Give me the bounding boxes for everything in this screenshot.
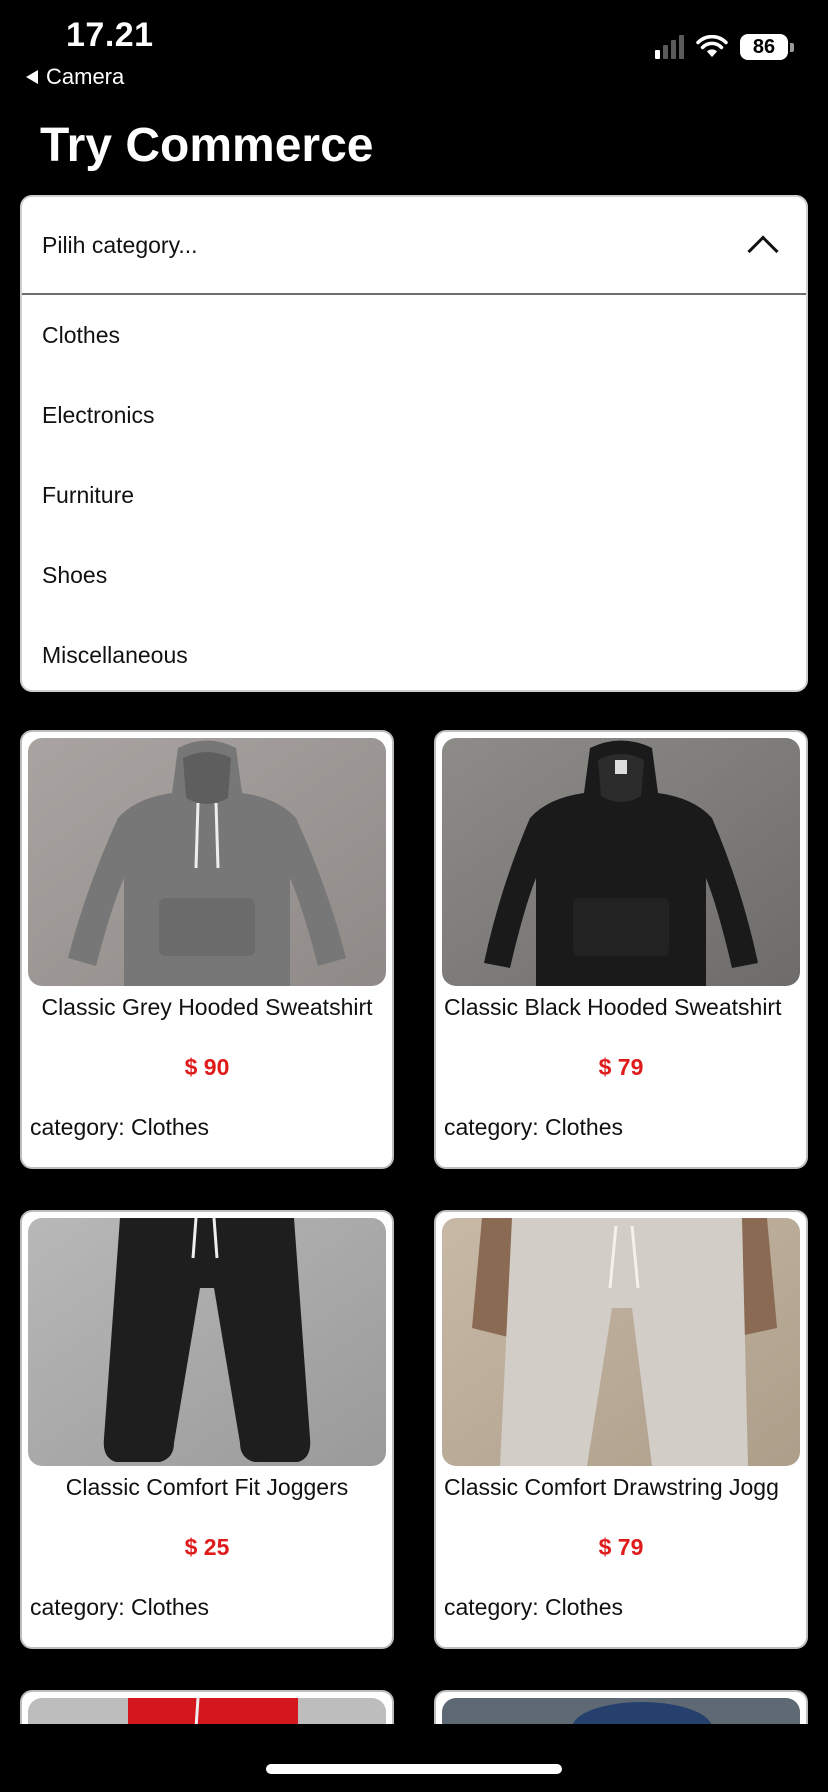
product-image [28,738,386,986]
product-image [28,1218,386,1466]
product-card[interactable]: Classic Black Hooded Sweatshirt $ 79 cat… [434,730,808,1169]
category-option-electronics[interactable]: Electronics [22,375,806,455]
wifi-icon [696,35,728,57]
product-price: $ 79 [598,1534,644,1560]
home-indicator[interactable] [266,1764,562,1774]
product-category: category: Clothes [444,1114,623,1140]
product-title: Classic Comfort Drawstring Jogg [444,1474,779,1500]
status-indicators: 86 [655,34,794,60]
chevron-up-icon[interactable] [747,235,779,267]
product-image [442,1698,800,1724]
product-image [442,1218,800,1466]
back-arrow-icon [26,70,38,84]
product-category: category: Clothes [30,1114,209,1140]
page-title: Try Commerce [40,119,374,172]
product-image [28,1698,386,1724]
product-card[interactable]: Classic Comfort Drawstring Jogg $ 79 cat… [434,1210,808,1649]
category-select-field[interactable]: Pilih category... [22,197,806,295]
product-title: Classic Black Hooded Sweatshirt [444,994,782,1020]
cellular-signal-icon [655,35,684,59]
back-label: Camera [46,64,125,89]
product-price: $ 79 [598,1054,644,1080]
battery-icon: 86 [740,34,794,60]
product-card[interactable] [20,1690,394,1724]
product-card[interactable] [434,1690,808,1724]
product-image [442,738,800,986]
product-price: $ 25 [184,1534,230,1560]
category-option-miscellaneous[interactable]: Miscellaneous [22,615,806,690]
product-price: $ 90 [184,1054,230,1080]
category-dropdown[interactable]: Pilih category... Clothes Electronics Fu… [20,195,808,692]
category-placeholder: Pilih category... [42,231,198,258]
battery-level: 86 [740,34,788,60]
status-time: 17.21 [66,16,154,54]
product-title: Classic Grey Hooded Sweatshirt [41,994,373,1020]
category-option-clothes[interactable]: Clothes [22,295,806,375]
product-title: Classic Comfort Fit Joggers [65,1474,349,1500]
back-to-camera-link[interactable]: Camera [26,64,124,90]
product-category: category: Clothes [30,1594,209,1620]
category-option-furniture[interactable]: Furniture [22,455,806,535]
product-card[interactable]: Classic Comfort Fit Joggers $ 25 categor… [20,1210,394,1649]
product-card[interactable]: Classic Grey Hooded Sweatshirt $ 90 cate… [20,730,394,1169]
category-option-shoes[interactable]: Shoes [22,535,806,615]
product-category: category: Clothes [444,1594,623,1620]
